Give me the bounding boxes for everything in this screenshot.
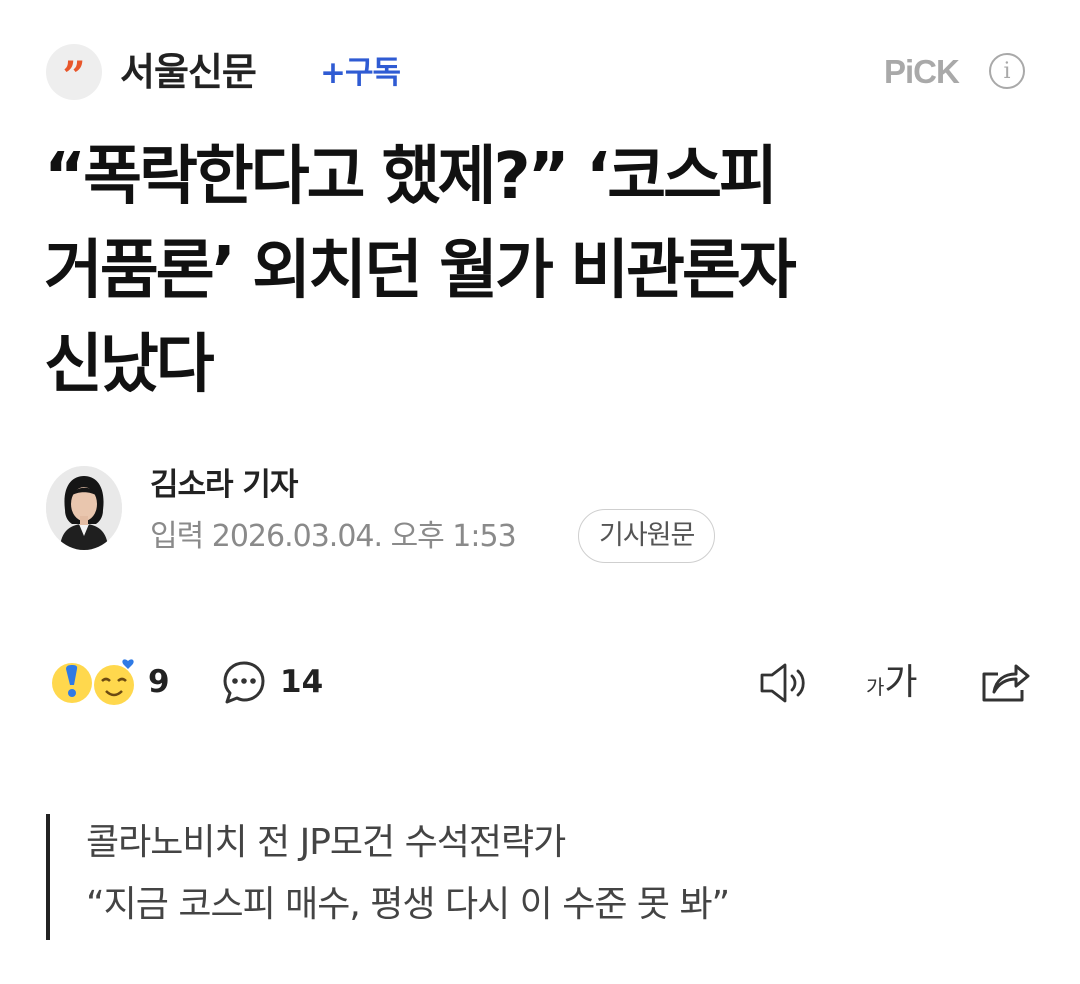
font-size-small-label: 가	[866, 675, 885, 699]
subheadline: 콜라노비치 전 JP모건 수석전략가 “지금 코스피 매수, 평생 다시 이 수…	[86, 812, 1046, 936]
reaction-count: 9	[148, 664, 170, 700]
pick-label: PiCK	[884, 53, 960, 90]
reaction-emoji-icon	[52, 659, 134, 705]
comment-icon	[223, 661, 265, 704]
font-size-button[interactable]: 가 가	[866, 660, 918, 706]
headline-line: 거품론’ 외치던 월가 비관론자	[44, 234, 797, 308]
speaker-button[interactable]	[758, 660, 814, 706]
original-article-button[interactable]: 기사원문	[578, 509, 716, 563]
subheadline-line: “지금 코스피 매수, 평생 다시 이 수준 못 봐”	[86, 884, 730, 925]
press-logo-glyph: ”	[62, 53, 86, 100]
headline-line: “폭락한다고 했제?” ‘코스피	[44, 140, 778, 214]
press-logo[interactable]: ”	[46, 44, 102, 100]
speaker-icon	[760, 663, 805, 703]
share-icon	[982, 664, 1030, 702]
headline-line: 신났다	[44, 328, 215, 402]
subscribe-button[interactable]: +구독	[320, 52, 401, 94]
press-name[interactable]: 서울신문	[120, 48, 257, 96]
comment-count: 14	[280, 664, 324, 700]
reporter-avatar[interactable]	[46, 466, 122, 550]
reporter-photo	[46, 466, 122, 550]
comment-button[interactable]	[220, 658, 268, 706]
reaction-button[interactable]	[50, 655, 142, 709]
info-icon[interactable]: i	[989, 53, 1025, 89]
published-date: 입력 2026.03.04. 오후 1:53	[150, 519, 517, 554]
share-button[interactable]	[978, 656, 1032, 706]
reporter-name[interactable]: 김소라 기자	[150, 464, 298, 506]
font-size-large-label: 가	[884, 662, 917, 703]
headline: “폭락한다고 했제?” ‘코스피 거품론’ 외치던 월가 비관론자 신났다	[44, 130, 1044, 412]
subheadline-line: 콜라노비치 전 JP모건 수석전략가	[86, 822, 566, 863]
quote-bar	[46, 814, 50, 940]
